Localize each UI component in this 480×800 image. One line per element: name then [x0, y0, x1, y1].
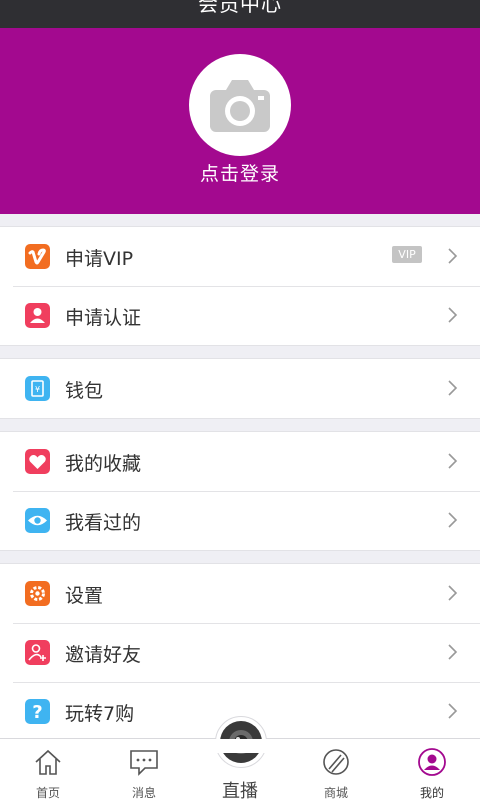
chevron-right-icon — [448, 453, 458, 469]
settings-row[interactable]: 设置 — [0, 564, 480, 623]
history-section: 我的收藏 我看过的 — [0, 431, 480, 551]
chevron-right-icon — [448, 248, 458, 264]
tab-mine[interactable]: 我的 — [384, 739, 480, 800]
add-user-icon — [25, 640, 50, 665]
favorites-row[interactable]: 我的收藏 — [0, 432, 480, 491]
title-bar: 会员中心 — [0, 0, 480, 28]
chevron-right-icon — [448, 703, 458, 719]
eye-icon — [25, 508, 50, 533]
viewed-label: 我看过的 — [65, 512, 142, 534]
settings-section: 设置 邀请好友 ? 玩转7购 — [0, 563, 480, 741]
apply-verification-row[interactable]: 申请认证 — [0, 286, 480, 345]
tab-home-label: 首页 — [35, 786, 60, 800]
chat-icon — [130, 750, 158, 776]
chevron-right-icon — [448, 585, 458, 601]
heart-icon — [25, 449, 50, 474]
login-link[interactable]: 点击登录 — [0, 159, 480, 186]
chevron-right-icon — [448, 512, 458, 528]
chevron-right-icon — [448, 644, 458, 660]
apply-vip-row[interactable]: 申请VIP VIP — [0, 227, 480, 286]
wallet-icon: ¥ — [25, 376, 50, 401]
tab-messages[interactable]: 消息 — [96, 739, 192, 800]
tab-mine-label: 我的 — [419, 786, 444, 800]
wallet-label: 钱包 — [65, 380, 104, 402]
favorites-label: 我的收藏 — [65, 453, 142, 475]
invite-friends-label: 邀请好友 — [65, 644, 142, 666]
user-circle-icon — [418, 748, 446, 776]
page-title: 会员中心 — [198, 0, 282, 16]
person-icon — [25, 303, 50, 328]
help-icon: ? — [25, 699, 50, 724]
home-icon — [35, 749, 61, 775]
tab-live-label[interactable]: 直播 — [200, 777, 280, 800]
wallet-section: ¥ 钱包 — [0, 358, 480, 419]
vimeo-icon — [25, 244, 50, 269]
chevron-right-icon — [448, 307, 458, 323]
invite-friends-row[interactable]: 邀请好友 — [0, 623, 480, 682]
vip-badge: VIP — [392, 246, 422, 263]
camera-icon — [210, 80, 270, 132]
apply-vip-label: 申请VIP — [65, 248, 134, 270]
tab-mall[interactable]: 商城 — [288, 739, 384, 800]
tab-mall-label: 商城 — [323, 786, 348, 800]
gear-icon — [25, 581, 50, 606]
compass-icon — [323, 749, 349, 775]
svg-text:¥: ¥ — [35, 385, 40, 394]
wallet-row[interactable]: ¥ 钱包 — [0, 359, 480, 418]
svg-text:?: ? — [32, 702, 42, 723]
settings-label: 设置 — [65, 585, 104, 607]
profile-header: 点击登录 — [0, 28, 480, 214]
chevron-right-icon — [448, 380, 458, 396]
tab-home[interactable]: 首页 — [0, 739, 96, 800]
avatar-button[interactable] — [189, 54, 291, 156]
tab-messages-label: 消息 — [131, 786, 156, 800]
apply-verification-label: 申请认证 — [65, 307, 142, 329]
guide-label: 玩转7购 — [65, 703, 135, 725]
viewed-row[interactable]: 我看过的 — [0, 491, 480, 550]
vip-section: 申请VIP VIP 申请认证 — [0, 226, 480, 346]
